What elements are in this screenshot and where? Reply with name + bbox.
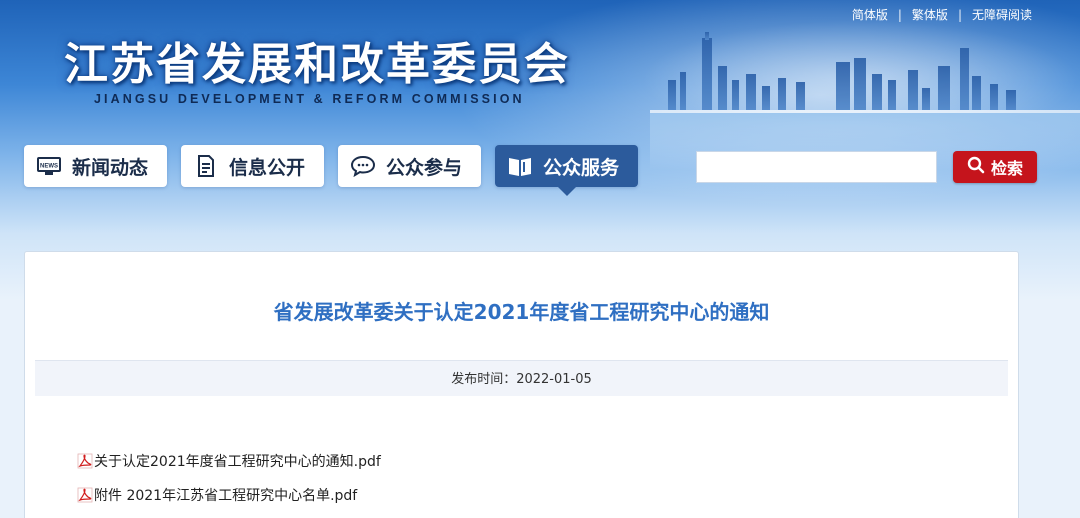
nav-item-public-service[interactable]: 公众服务 bbox=[495, 145, 638, 196]
document-icon bbox=[193, 153, 219, 179]
top-links-bar: 简体版 | 繁体版 | 无障碍阅读 bbox=[852, 6, 1032, 23]
site-logo-subtitle: JIANGSU DEVELOPMENT & REFORM COMMISSION bbox=[94, 92, 525, 106]
article-panel: 省发展改革委关于认定2021年度省工程研究中心的通知 发布时间：2022-01-… bbox=[24, 251, 1019, 518]
nav-item-label: 公众参与 bbox=[386, 156, 463, 179]
news-icon: NEWS bbox=[36, 153, 62, 179]
publish-date: 发布时间：2022-01-05 bbox=[35, 360, 1008, 396]
attachment-link[interactable]: 关于认定2021年度省工程研究中心的通知.pdf bbox=[77, 450, 381, 472]
nav-item-label: 公众服务 bbox=[543, 156, 620, 179]
book-icon bbox=[507, 153, 533, 179]
nav-item-label: 新闻动态 bbox=[72, 156, 149, 179]
search-icon bbox=[967, 156, 985, 179]
separator: | bbox=[897, 7, 902, 22]
accessibility-link[interactable]: 无障碍阅读 bbox=[972, 6, 1032, 23]
nav-item-info-disclosure[interactable]: 信息公开 bbox=[181, 145, 324, 187]
site-logo-title[interactable]: 江苏省发展和改革委员会 bbox=[64, 28, 570, 92]
nav-item-label: 信息公开 bbox=[229, 156, 306, 179]
city-skyline-image bbox=[650, 32, 1080, 170]
article-title: 省发展改革委关于认定2021年度省工程研究中心的通知 bbox=[273, 300, 770, 324]
nav-item-news[interactable]: NEWS 新闻动态 bbox=[24, 145, 167, 187]
main-nav: NEWS 新闻动态 信息公开 公众参与 公众服务 bbox=[24, 145, 638, 196]
chat-bubble-icon bbox=[350, 153, 376, 179]
search-button-label: 检索 bbox=[990, 161, 1023, 178]
search-input[interactable] bbox=[696, 151, 937, 183]
attachment-name: 附件 2021年江苏省工程研究中心名单.pdf bbox=[94, 488, 358, 504]
traditional-version-link[interactable]: 繁体版 bbox=[912, 6, 948, 23]
nav-item-public-participation[interactable]: 公众参与 bbox=[338, 145, 481, 187]
search-button[interactable]: 检索 bbox=[953, 151, 1037, 183]
separator: | bbox=[957, 7, 962, 22]
pdf-icon bbox=[77, 453, 93, 469]
svg-text:NEWS: NEWS bbox=[40, 164, 58, 170]
simplified-version-link[interactable]: 简体版 bbox=[852, 6, 888, 23]
attachment-name: 关于认定2021年度省工程研究中心的通知.pdf bbox=[94, 454, 381, 470]
pdf-icon bbox=[77, 487, 93, 503]
attachment-link[interactable]: 附件 2021年江苏省工程研究中心名单.pdf bbox=[77, 484, 381, 506]
attachment-list: 关于认定2021年度省工程研究中心的通知.pdf 附件 2021年江苏省工程研究… bbox=[77, 450, 381, 518]
